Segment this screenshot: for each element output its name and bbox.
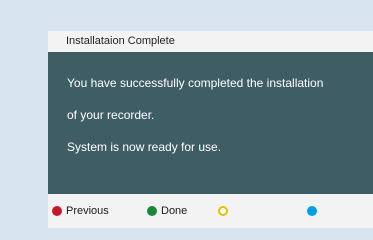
yellow-dot-icon [218,206,228,216]
blue-dot-icon [307,206,317,216]
red-dot-icon [52,206,62,216]
blue-button[interactable] [307,203,317,219]
previous-button-label: Previous [66,205,109,217]
yellow-button[interactable] [218,203,228,219]
message-line-1: You have successfully completed the inst… [67,76,324,90]
dialog-title: Installataion Complete [66,35,175,47]
previous-button[interactable]: Previous [52,203,109,219]
installation-dialog: Installataion Complete You have successf… [48,31,373,228]
message-line-2: of your recorder. [67,108,155,122]
done-button-label: Done [161,205,188,217]
green-dot-icon [147,206,157,216]
done-button[interactable]: Done [147,203,187,219]
message-line-3: System is now ready for use. [67,140,222,154]
message-area: You have successfully completed the inst… [48,52,373,194]
